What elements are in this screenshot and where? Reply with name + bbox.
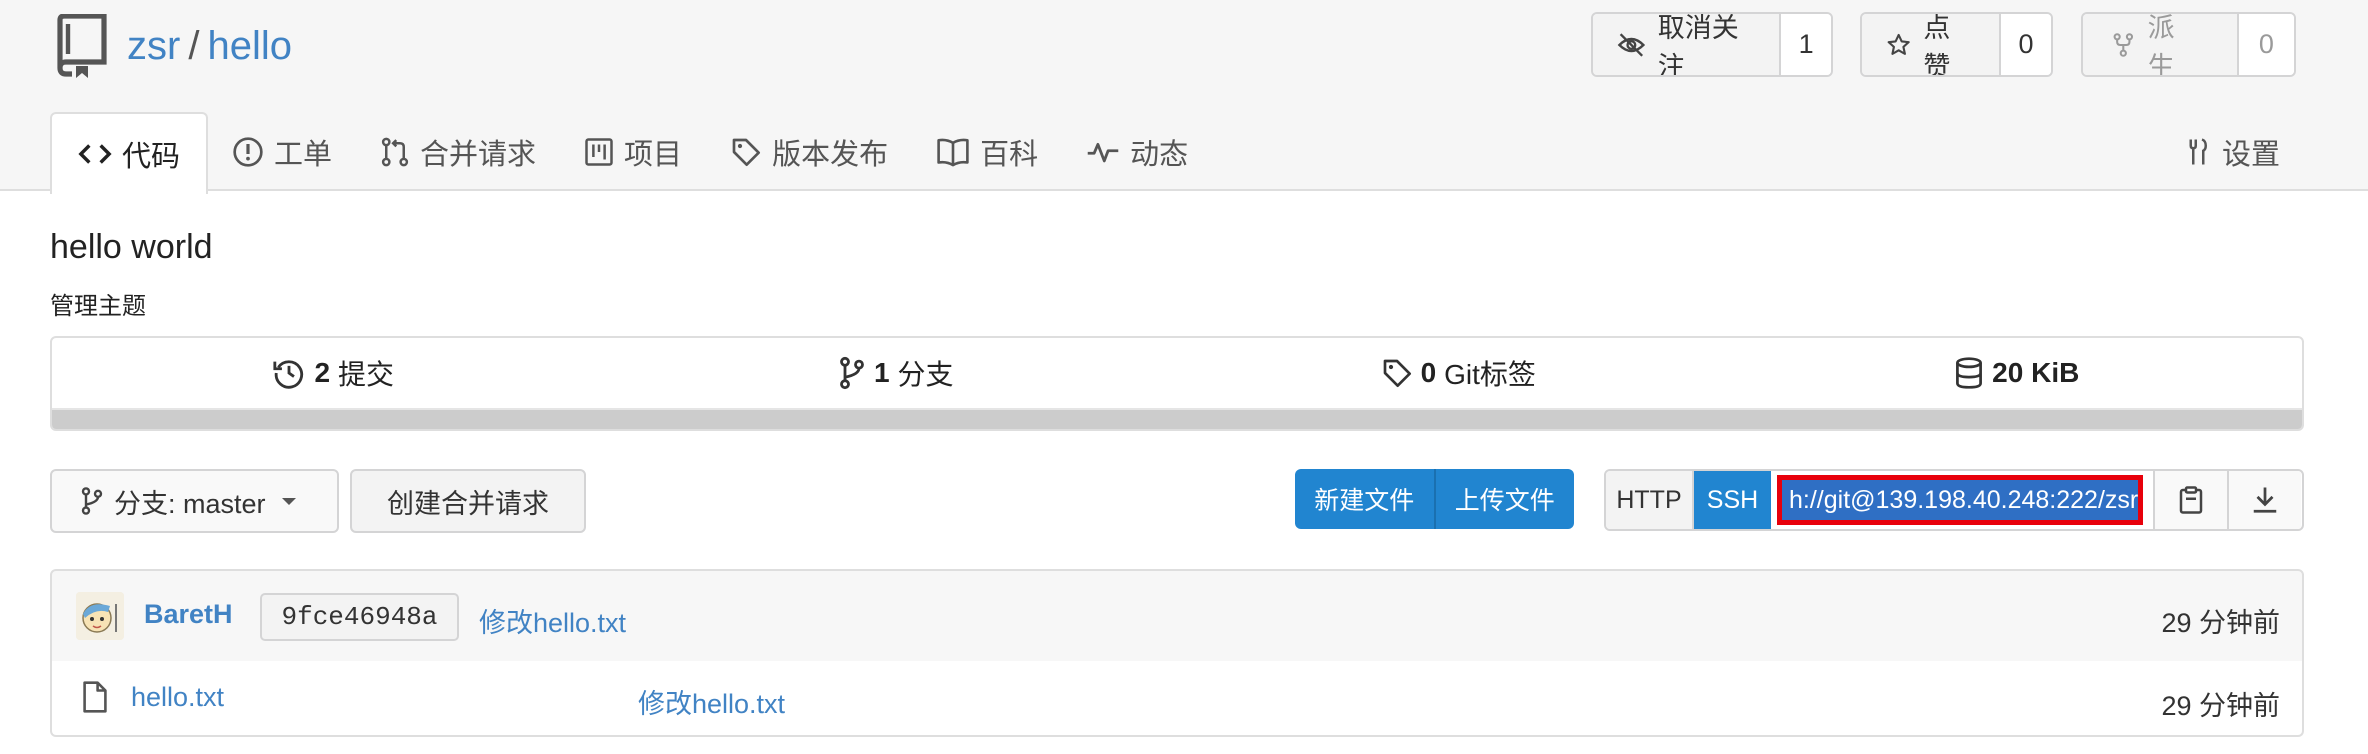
project-icon <box>585 137 613 166</box>
tab-settings-label: 设置 <box>2221 138 2280 171</box>
fork-icon <box>2113 32 2134 57</box>
file-commit-time: 29 分钟前 <box>2161 691 2280 721</box>
commits-count: 2 <box>314 357 331 388</box>
unwatch-label: 取消关注 <box>1657 12 1739 77</box>
tab-projects-label: 项目 <box>624 138 683 171</box>
fork-button[interactable]: 派生 <box>2083 14 2239 75</box>
commits-stat[interactable]: 2 提交 <box>52 338 615 408</box>
tools-icon <box>2189 137 2207 164</box>
fork-button-group: 派生 0 <box>2081 12 2296 77</box>
commit-time: 29 分钟前 <box>2161 608 2280 638</box>
repo-size: 20 KiB <box>1992 357 2080 388</box>
tab-settings[interactable]: 设置 <box>2182 112 2280 191</box>
repo-name-link[interactable]: hello <box>207 24 292 68</box>
repo-stats: 2 提交 1 分支 0 Git标签 2 0 KiB <box>50 336 2304 431</box>
tab-code-label: 代码 <box>122 141 181 173</box>
upload-file-button[interactable]: 上传文件 <box>1433 469 1575 529</box>
tag-icon <box>732 138 761 166</box>
clipboard-icon <box>2179 486 2203 514</box>
branch-icon <box>840 356 864 390</box>
clone-url-highlight <box>1777 475 2143 525</box>
file-commit-message-link[interactable]: 修改hello.txt <box>638 682 785 721</box>
tab-releases-label: 版本发布 <box>772 138 889 171</box>
repo-owner-link[interactable]: zsr <box>127 24 180 68</box>
clone-ssh-button[interactable]: SSH <box>1694 471 1771 529</box>
size-stat: 20 KiB <box>1740 338 2303 408</box>
star-button[interactable]: 点赞 <box>1862 14 2001 75</box>
tab-activity[interactable]: 动态 <box>1062 112 1212 191</box>
branches-stat[interactable]: 1 分支 <box>615 338 1178 408</box>
tab-issues[interactable]: 工单 <box>208 112 356 191</box>
star-button-group: 点赞 0 <box>1860 12 2053 77</box>
file-icon <box>83 681 107 713</box>
tab-issues-label: 工单 <box>274 138 333 171</box>
branch-dropdown[interactable]: 分支: master <box>50 469 339 533</box>
eye-slash-icon <box>1617 32 1646 57</box>
issue-icon <box>233 136 263 167</box>
avatar[interactable] <box>76 592 124 640</box>
new-file-button[interactable]: 新建文件 <box>1295 469 1434 529</box>
branches-count: 1 <box>873 357 890 388</box>
book-icon <box>937 138 969 166</box>
commit-sha-button[interactable]: 9fce46948a <box>260 593 459 641</box>
repo-description: hello world <box>50 228 213 266</box>
clone-panel: HTTP SSH <box>1604 469 2304 531</box>
tab-pull-requests-label: 合并请求 <box>420 138 537 171</box>
copy-url-button[interactable] <box>2153 471 2227 529</box>
clone-url-input[interactable] <box>1782 480 2138 520</box>
commit-author[interactable]: BaretH <box>144 599 233 630</box>
pull-request-icon <box>381 137 409 166</box>
database-icon <box>1956 357 1983 389</box>
stars-count[interactable]: 0 <box>2000 14 2051 75</box>
branch-label: 分支: master <box>114 488 266 519</box>
tab-activity-label: 动态 <box>1130 138 1189 171</box>
watchers-count[interactable]: 1 <box>1781 14 1831 75</box>
tab-wiki-label: 百科 <box>980 138 1039 171</box>
avatar-image <box>76 592 124 640</box>
repo-separator: / <box>188 24 200 68</box>
tags-label: Git标签 <box>1444 359 1536 390</box>
repo-title: zsr / hello <box>127 18 292 74</box>
tab-releases[interactable]: 版本发布 <box>706 112 912 191</box>
latest-commit-bar: BaretH 9fce46948a 修改hello.txt 29 分钟前 <box>50 569 2304 663</box>
watch-button-group: 取消关注 1 <box>1591 12 1833 77</box>
code-icon <box>78 144 112 164</box>
language-bar <box>52 408 2302 429</box>
new-pull-request-button[interactable]: 创建合并请求 <box>350 469 586 533</box>
file-name-link[interactable]: hello.txt <box>131 682 224 713</box>
clone-http-button[interactable]: HTTP <box>1606 471 1694 529</box>
forks-count[interactable]: 0 <box>2238 14 2294 75</box>
download-icon <box>2253 487 2277 513</box>
chevron-down-icon <box>281 497 296 505</box>
table-row: hello.txt 修改hello.txt 29 分钟前 <box>50 661 2304 737</box>
unwatch-button[interactable]: 取消关注 <box>1593 12 1782 77</box>
tab-projects[interactable]: 项目 <box>560 112 706 191</box>
fork-label: 派生 <box>2147 12 2175 77</box>
branches-label: 分支 <box>897 359 954 390</box>
manage-topics-link[interactable]: 管理主题 <box>50 286 146 321</box>
file-operations: 新建文件 上传文件 <box>1295 469 1574 529</box>
repo-icon <box>57 14 107 78</box>
download-button[interactable] <box>2227 471 2301 529</box>
repo-tabs: 代码 工单 合并请求 项目 版本发布 百科 动态 <box>50 112 1212 194</box>
star-icon <box>1887 33 1910 55</box>
commit-message-link[interactable]: 修改hello.txt <box>479 601 626 640</box>
clone-url-wrapper <box>1771 471 2153 529</box>
commits-label: 提交 <box>338 359 395 390</box>
tags-stat[interactable]: 0 Git标签 <box>1177 338 1740 408</box>
history-icon <box>273 360 304 389</box>
repo-header: zsr / hello 取消关注 1 点赞 0 派生 0 代码 工单 合并请求 … <box>0 0 2368 194</box>
tab-code[interactable]: 代码 <box>50 112 209 194</box>
tags-count: 0 <box>1420 357 1437 388</box>
star-label: 点赞 <box>1923 12 1951 77</box>
tag-icon <box>1383 359 1411 387</box>
tab-pull-requests[interactable]: 合并请求 <box>356 112 560 191</box>
branch-icon <box>81 487 103 515</box>
tab-wiki[interactable]: 百科 <box>912 112 1062 191</box>
pulse-icon <box>1087 142 1119 162</box>
